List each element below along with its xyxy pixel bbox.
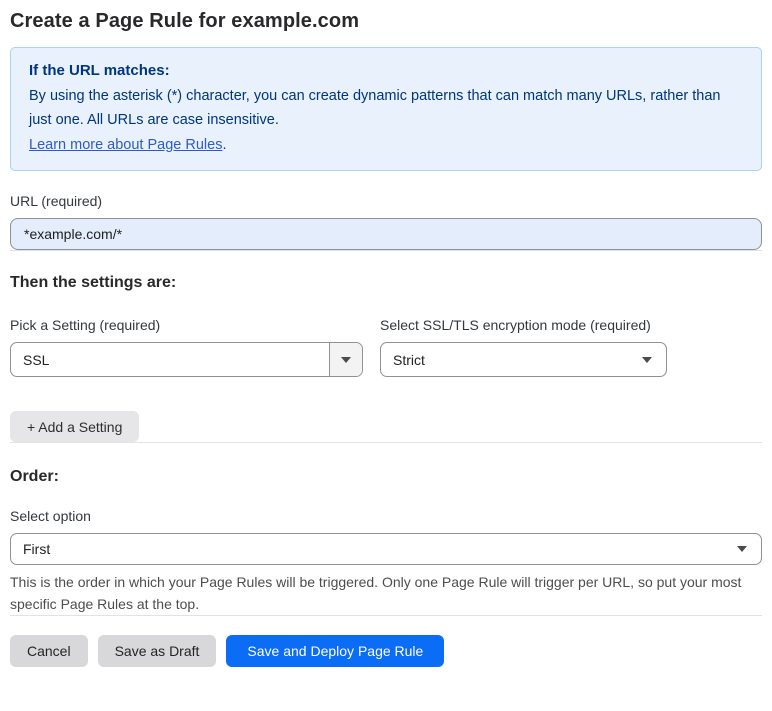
divider — [10, 250, 762, 251]
footer-actions: Cancel Save as Draft Save and Deploy Pag… — [10, 635, 762, 667]
chevron-down-icon — [642, 356, 666, 363]
info-box-heading: If the URL matches: — [29, 62, 170, 79]
learn-more-link[interactable]: Learn more about Page Rules — [29, 137, 222, 153]
info-box-link-line: Learn more about Page Rules. — [29, 133, 743, 158]
order-section-heading: Order: — [10, 468, 59, 485]
page-title: Create a Page Rule for example.com — [10, 10, 360, 32]
add-setting-button[interactable]: + Add a Setting — [10, 411, 140, 442]
pick-setting-value: SSL — [23, 351, 50, 368]
order-help-text: This is the order in which your Page Rul… — [10, 574, 742, 612]
ssl-mode-column: Select SSL/TLS encryption mode (required… — [380, 294, 667, 377]
save-as-draft-button[interactable]: Save as Draft — [97, 635, 217, 667]
url-input[interactable] — [10, 218, 762, 250]
pick-setting-label: Pick a Setting (required) — [10, 317, 161, 333]
url-field-label: URL (required) — [10, 193, 103, 209]
order-select[interactable]: First — [10, 533, 762, 565]
info-box-body: By using the asterisk (*) character, you… — [29, 87, 721, 129]
order-select-label: Select option — [10, 508, 91, 524]
pick-setting-column: Pick a Setting (required) SSL — [10, 294, 363, 377]
settings-row: Pick a Setting (required) SSL Select SSL… — [10, 294, 762, 377]
pick-setting-select[interactable]: SSL — [10, 342, 363, 377]
chevron-down-icon[interactable] — [329, 343, 362, 376]
link-period: . — [222, 136, 227, 153]
ssl-mode-label: Select SSL/TLS encryption mode (required… — [380, 317, 651, 333]
divider — [10, 615, 762, 616]
divider — [10, 442, 762, 443]
settings-section-heading: Then the settings are: — [10, 274, 177, 291]
ssl-mode-value: Strict — [393, 351, 425, 368]
order-select-value: First — [23, 541, 51, 557]
url-match-info-box: If the URL matches: By using the asteris… — [10, 47, 762, 171]
ssl-mode-select[interactable]: Strict — [380, 342, 667, 377]
chevron-down-icon — [737, 546, 761, 552]
save-and-deploy-button[interactable]: Save and Deploy Page Rule — [226, 635, 445, 667]
cancel-button[interactable]: Cancel — [10, 635, 88, 667]
